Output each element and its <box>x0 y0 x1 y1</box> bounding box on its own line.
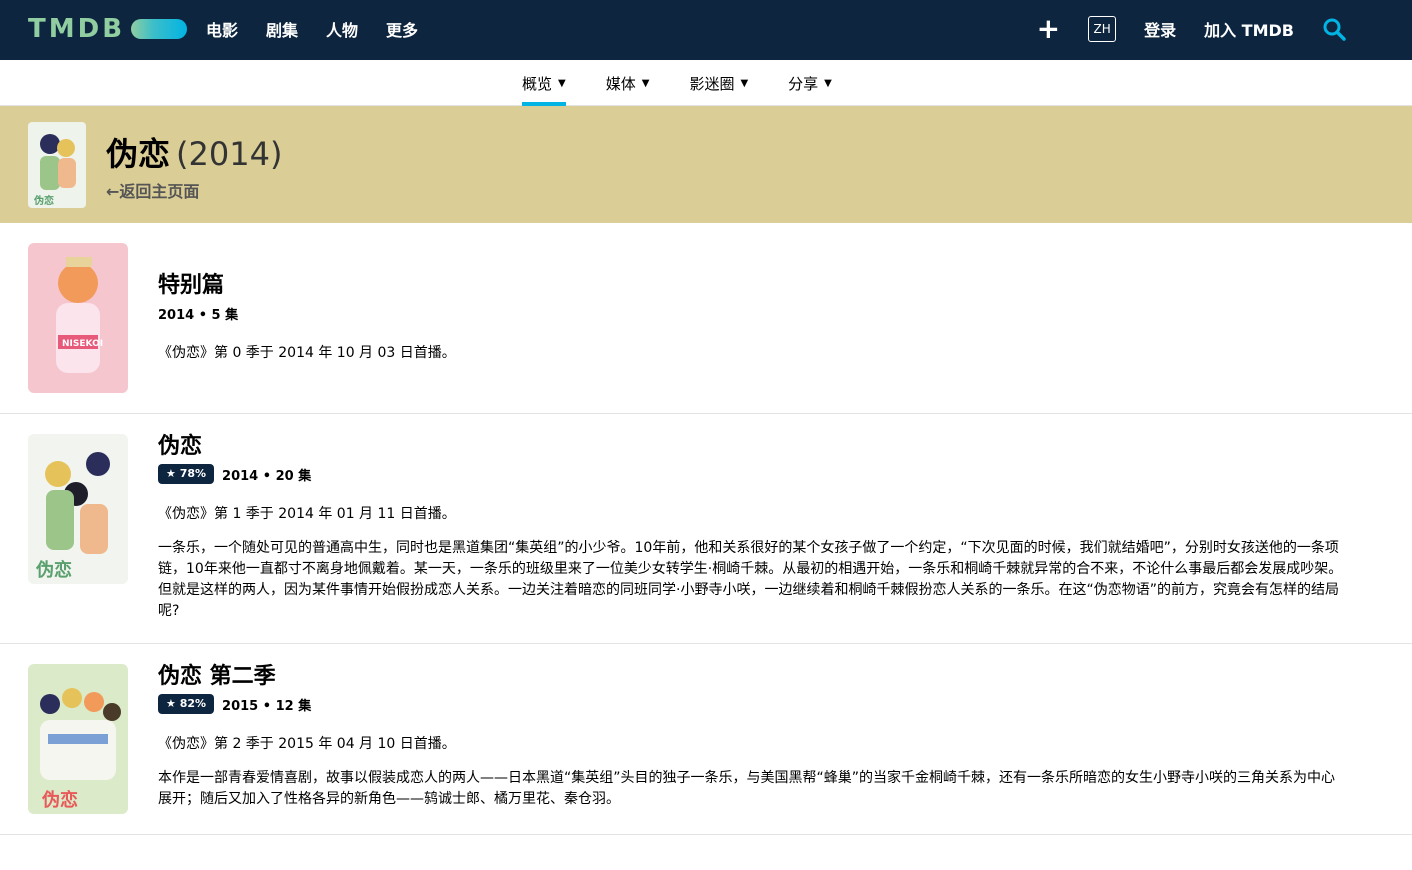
nav-tv[interactable]: 剧集 <box>266 17 298 41</box>
season-air-date: 《伪恋》第 2 季于 2015 年 04 月 10 日首播。 <box>158 736 456 752</box>
rating-badge: ★ 82% <box>158 694 215 714</box>
search-icon[interactable] <box>1322 17 1346 41</box>
tab-share[interactable]: 分享 ▼ <box>788 60 832 106</box>
season-overview: 一条乐，一个随处可见的普通高中生，同时也是黑道集团“集英组”的小少爷。10年前，… <box>158 540 1343 619</box>
tab-media-label: 媒体 <box>605 74 636 93</box>
season-title[interactable]: 伪恋 <box>158 432 1348 462</box>
season-meta: 2014 • 5 集 <box>158 303 1348 323</box>
show-title: 伪恋 (2014) <box>106 134 282 174</box>
show-poster-thumbnail[interactable]: 伪恋 <box>28 122 86 208</box>
tab-share-label: 分享 <box>788 74 819 93</box>
user-nav: + ZH 登录 加入 TMDB <box>1037 14 1346 44</box>
caret-down-icon: ▼ <box>740 77 749 89</box>
caret-down-icon: ▼ <box>641 77 650 89</box>
tab-overview[interactable]: 概览 ▼ <box>522 60 566 106</box>
season-card: 伪恋 伪恋 第二季 ★ 82% 2015 • 12 集 《伪恋》第 2 季于 2… <box>0 644 1412 835</box>
season-meta: ★ 82% 2015 • 12 集 <box>158 694 1348 714</box>
main-nav: 电影 剧集 人物 更多 <box>206 17 418 41</box>
caret-down-icon: ▼ <box>824 77 832 89</box>
caret-down-icon: ▼ <box>558 77 566 89</box>
season-card: 伪恋 伪恋 ★ 78% 2014 • 20 集 《伪恋》第 1 季于 2014 … <box>0 414 1412 644</box>
show-name: 伪恋 <box>106 135 171 173</box>
season-poster[interactable]: NISEKOI <box>28 243 128 393</box>
tab-media[interactable]: 媒体 ▼ <box>606 60 650 106</box>
season-year-episodes: 2014 • 20 集 <box>222 468 312 484</box>
season-title[interactable]: 伪恋 第二季 <box>158 662 1348 692</box>
season-year-episodes: 2015 • 12 集 <box>222 698 312 714</box>
season-details: 特别篇 2014 • 5 集 《伪恋》第 0 季于 2014 年 10 月 03… <box>158 271 1348 363</box>
back-link-label: 返回主页面 <box>119 182 200 201</box>
season-meta: ★ 78% 2014 • 20 集 <box>158 464 1348 484</box>
rating-badge: ★ 78% <box>158 464 215 484</box>
join-link[interactable]: 加入 TMDB <box>1204 17 1294 41</box>
tmdb-logo[interactable]: TMDB <box>28 14 188 44</box>
nav-people[interactable]: 人物 <box>326 17 358 41</box>
svg-text:伪恋: 伪恋 <box>41 789 78 811</box>
back-to-main-link[interactable]: ←返回主页面 <box>106 178 199 202</box>
season-poster[interactable]: 伪恋 <box>28 434 128 584</box>
season-title[interactable]: 特别篇 <box>158 271 1348 301</box>
season-year-episodes: 2014 • 5 集 <box>158 307 239 323</box>
tab-fandom[interactable]: 影迷圈 ▼ <box>689 60 748 106</box>
logo-pill <box>131 19 188 39</box>
svg-text:NISEKOI: NISEKOI <box>62 339 103 349</box>
season-details: 伪恋 ★ 78% 2014 • 20 集 《伪恋》第 1 季于 2014 年 0… <box>158 432 1348 622</box>
logo-text: TMDB <box>28 14 126 44</box>
show-header-band: 伪恋 伪恋 (2014) ←返回主页面 <box>0 106 1412 223</box>
season-poster[interactable]: 伪恋 <box>28 664 128 814</box>
season-card: NISEKOI 特别篇 2014 • 5 集 《伪恋》第 0 季于 2014 年… <box>0 223 1412 414</box>
login-link[interactable]: 登录 <box>1144 17 1176 41</box>
svg-text:伪恋: 伪恋 <box>35 559 72 581</box>
sub-navbar: 概览 ▼ 媒体 ▼ 影迷圈 ▼ 分享 ▼ <box>0 60 1412 106</box>
nav-movies[interactable]: 电影 <box>206 17 238 41</box>
top-navbar: TMDB 电影 剧集 人物 更多 + ZH 登录 加入 TMDB <box>0 0 1412 60</box>
season-overview: 本作是一部青春爱情喜剧，故事以假装成恋人的两人——日本黑道“集英组”头目的独子一… <box>158 770 1336 807</box>
season-details: 伪恋 第二季 ★ 82% 2015 • 12 集 《伪恋》第 2 季于 2015… <box>158 662 1348 810</box>
season-air-date: 《伪恋》第 1 季于 2014 年 01 月 11 日首播。 <box>158 506 456 522</box>
plus-icon[interactable]: + <box>1037 15 1060 43</box>
language-button[interactable]: ZH <box>1088 16 1117 42</box>
tab-fandom-label: 影迷圈 <box>689 74 735 93</box>
show-year: (2014) <box>176 135 283 173</box>
arrow-left-icon: ← <box>106 182 120 201</box>
svg-text:伪恋: 伪恋 <box>33 194 54 207</box>
season-air-date: 《伪恋》第 0 季于 2014 年 10 月 03 日首播。 <box>158 345 456 361</box>
tab-overview-label: 概览 <box>522 74 553 93</box>
nav-more[interactable]: 更多 <box>386 17 418 41</box>
